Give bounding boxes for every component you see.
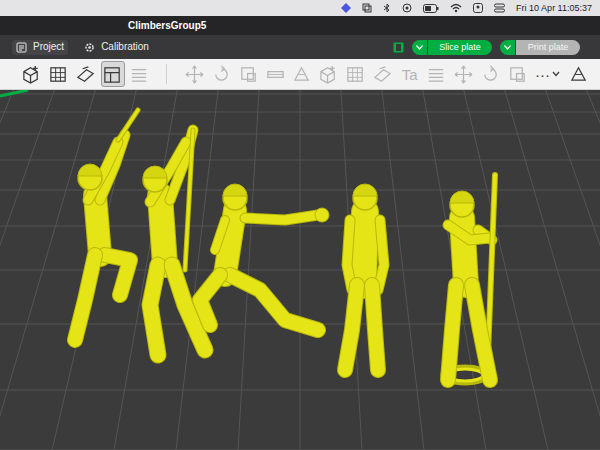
tab-bar: Project Calibration Slice plate Print plat… [0,35,600,59]
clock[interactable]: Fri 10 Apr 11:05:37 [516,4,592,13]
tab-label: Calibration [101,42,149,52]
toolbar-button[interactable] [47,61,71,87]
project-icon [16,42,27,53]
toolbar-button[interactable] [344,61,368,87]
toolbar-button[interactable] [209,61,233,87]
chevron-icon [552,71,560,77]
button-label: Print plate [516,40,580,55]
toolbar-button[interactable] [451,61,475,87]
menu-bar: Fri 10 Apr 11:05:37 [0,0,600,16]
tab[interactable]: Project [12,40,68,55]
tool-icon [238,64,259,85]
dropdown-chevron-icon[interactable] [412,40,428,55]
user-icon[interactable] [473,3,483,13]
tab-label: Project [33,42,64,52]
wifi-icon[interactable] [450,3,462,13]
tool-icon [453,64,474,85]
battery-icon[interactable] [423,4,439,13]
toolbar-button[interactable]: ··· [532,61,563,87]
toolbar-button[interactable] [101,61,125,87]
3d-viewport[interactable] [0,90,600,450]
tool-icon [480,64,501,85]
app-icon[interactable] [341,3,351,13]
climber-figure[interactable] [200,184,329,330]
toolbar-button[interactable]: Ta [398,61,422,87]
toolbar-button[interactable] [505,61,529,87]
tool-icon [211,64,232,85]
climber-figure[interactable] [75,110,138,340]
tool-icon [184,64,205,85]
tool-icon [507,64,528,85]
tool-icon [129,64,150,85]
print-plate-button[interactable]: Print plate [500,40,580,55]
dropdown-chevron-icon[interactable] [500,40,516,55]
toolbar-button[interactable] [478,61,502,87]
climber-figure[interactable] [345,184,384,370]
control-center-icon[interactable] [494,3,505,13]
tool-icon [102,64,123,85]
climber-figure[interactable] [143,130,205,355]
toolbar-button[interactable] [20,61,44,87]
tool-icon [345,64,366,85]
toolbar-text: ··· [535,67,550,82]
toolbar-button[interactable] [236,61,260,87]
toolbar-label: ··· [535,67,560,82]
build-plate[interactable] [0,90,600,450]
window-title: ClimbersGroup5 [128,21,206,31]
toolbar-button[interactable] [128,61,152,87]
tool-icon [75,64,96,85]
tool-icon [318,64,339,85]
tool-icon [48,64,69,85]
device-icon[interactable] [393,42,404,53]
toolbar-button[interactable] [425,61,449,87]
window-icon[interactable] [362,3,372,13]
toolbar-button[interactable] [317,61,341,87]
climber-figure[interactable] [443,175,495,383]
tool-icon [426,64,447,85]
tab[interactable]: Calibration [80,40,153,55]
toolbar-button[interactable] [290,61,314,87]
toolbar-button[interactable] [263,61,287,87]
toolbar-label: Ta [402,67,418,82]
title-bar: ClimbersGroup5 [0,16,600,35]
toolbar-separator [166,64,167,84]
button-label: Slice plate [428,40,492,55]
toolbar: Ta ··· [0,59,600,90]
tool-icon [372,64,393,85]
bluetooth-icon[interactable] [383,3,391,13]
tool-icon [291,64,312,85]
control-icon[interactable] [402,3,412,13]
slice-plate-button[interactable]: Slice plate [412,40,492,55]
tool-icon [568,64,589,85]
toolbar-button[interactable] [371,61,395,87]
tool-icon [21,64,42,85]
toolbar-button[interactable] [566,61,590,87]
toolbar-button[interactable] [182,61,206,87]
toolbar-button[interactable] [74,61,98,87]
tool-icon [265,64,286,85]
toolbar-text: Ta [402,67,418,82]
calibration-icon [84,42,95,53]
